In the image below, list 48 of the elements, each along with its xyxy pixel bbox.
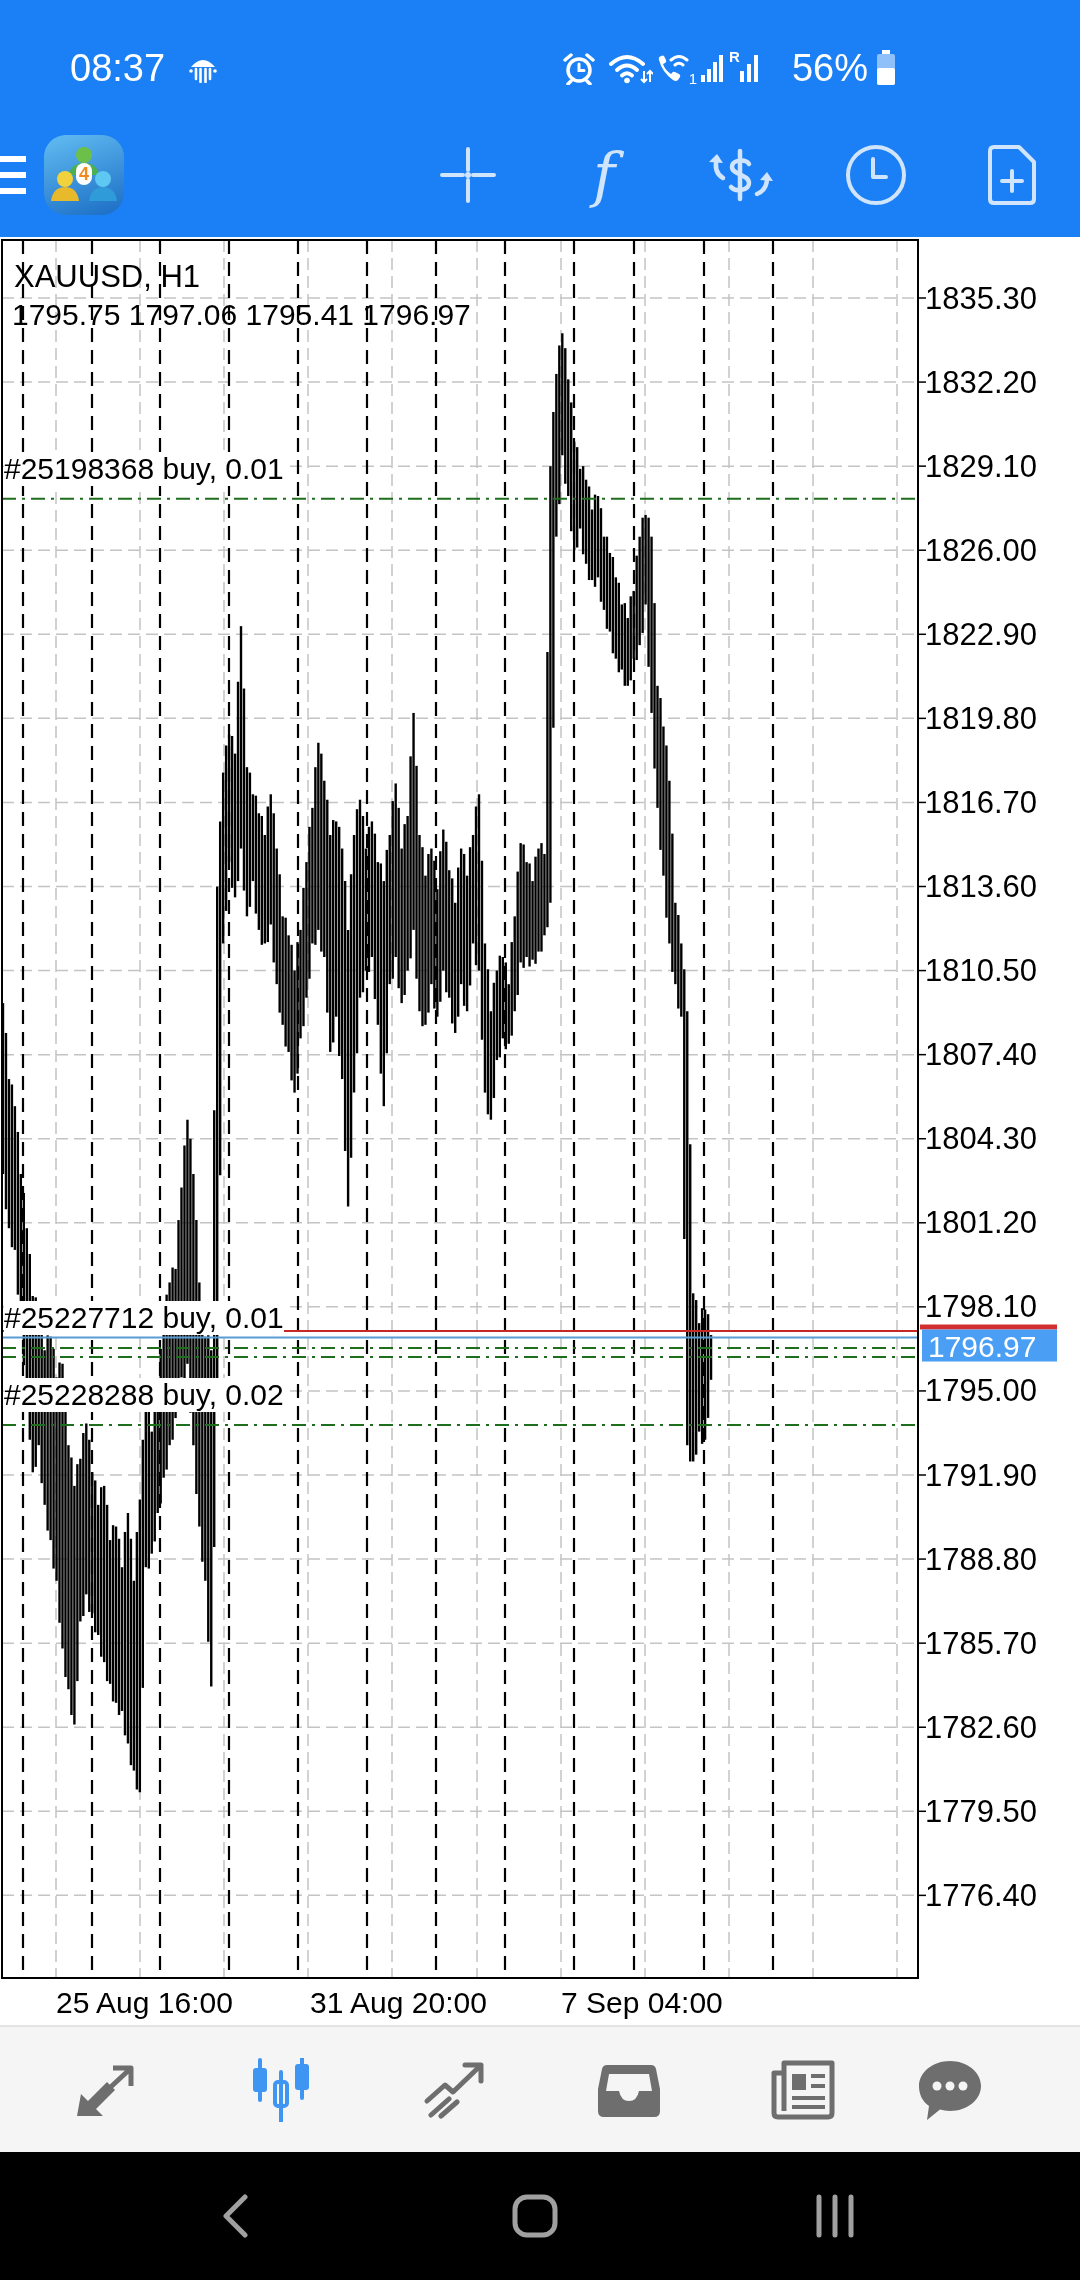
price-label: 1835.30 bbox=[925, 280, 1038, 316]
price-label: 1826.00 bbox=[925, 532, 1038, 568]
order-label: #25228288 buy, 0.02 bbox=[4, 1378, 284, 1413]
chat-bubble-icon bbox=[917, 2058, 983, 2121]
price-label: 1804.30 bbox=[925, 1121, 1038, 1157]
price-label: 1801.20 bbox=[925, 1205, 1038, 1241]
price-label: 1795.00 bbox=[925, 1373, 1038, 1409]
crosshair-icon[interactable] bbox=[440, 147, 496, 203]
home-icon[interactable] bbox=[512, 2194, 558, 2238]
bid-price-label: 1796.97 bbox=[922, 1329, 1057, 1363]
price-label: 1798.10 bbox=[925, 1289, 1038, 1325]
add-document-icon[interactable] bbox=[988, 145, 1036, 205]
back-icon[interactable] bbox=[221, 2194, 249, 2238]
sim-number: 1 bbox=[688, 71, 698, 86]
price-label: 1822.90 bbox=[925, 616, 1038, 652]
newspaper-icon bbox=[770, 2058, 836, 2121]
price-label: 1782.60 bbox=[925, 1709, 1038, 1745]
menu-icon[interactable] bbox=[0, 156, 26, 194]
time-label: 25 Aug 16:00 bbox=[56, 1985, 233, 2019]
price-label: 1807.40 bbox=[925, 1037, 1038, 1073]
price-label: 1829.10 bbox=[925, 448, 1038, 484]
price-label: 1810.50 bbox=[925, 953, 1038, 989]
alarm-icon bbox=[560, 50, 597, 85]
clock-icon[interactable] bbox=[845, 144, 907, 206]
price-label: 1788.80 bbox=[925, 1541, 1038, 1577]
price-label: 1819.80 bbox=[925, 700, 1038, 736]
time-label: 31 Aug 20:00 bbox=[310, 1985, 487, 2019]
trend-arrow-icon bbox=[423, 2060, 487, 2119]
logo-number: 4 bbox=[76, 163, 92, 185]
signal-icon bbox=[739, 52, 760, 83]
ohlc-values: 1795.75 1797.06 1795.41 1796.97 bbox=[12, 297, 471, 331]
roaming-mark: R bbox=[729, 49, 740, 64]
price-label: 1816.70 bbox=[925, 784, 1038, 820]
price-label: 1813.60 bbox=[925, 869, 1038, 904]
battery-percent: 56% bbox=[791, 48, 868, 87]
time-label: 7 Sep 04:00 bbox=[561, 1985, 723, 2019]
battery-icon bbox=[876, 49, 896, 86]
price-label: 1776.40 bbox=[925, 1877, 1038, 1913]
price-label: 1791.90 bbox=[925, 1457, 1038, 1493]
price-label: 1832.20 bbox=[925, 364, 1038, 400]
order-label: #25227712 buy, 0.01 bbox=[4, 1301, 284, 1336]
app-logo[interactable]: 4 bbox=[44, 135, 124, 215]
recents-icon[interactable] bbox=[815, 2194, 855, 2238]
price-label: 1779.50 bbox=[925, 1793, 1038, 1829]
chart-title: XAUUSD, H1 bbox=[14, 258, 201, 294]
status-time: 08:37 bbox=[70, 48, 166, 87]
signal-icon bbox=[701, 52, 726, 83]
price-label: 1785.70 bbox=[925, 1625, 1038, 1661]
